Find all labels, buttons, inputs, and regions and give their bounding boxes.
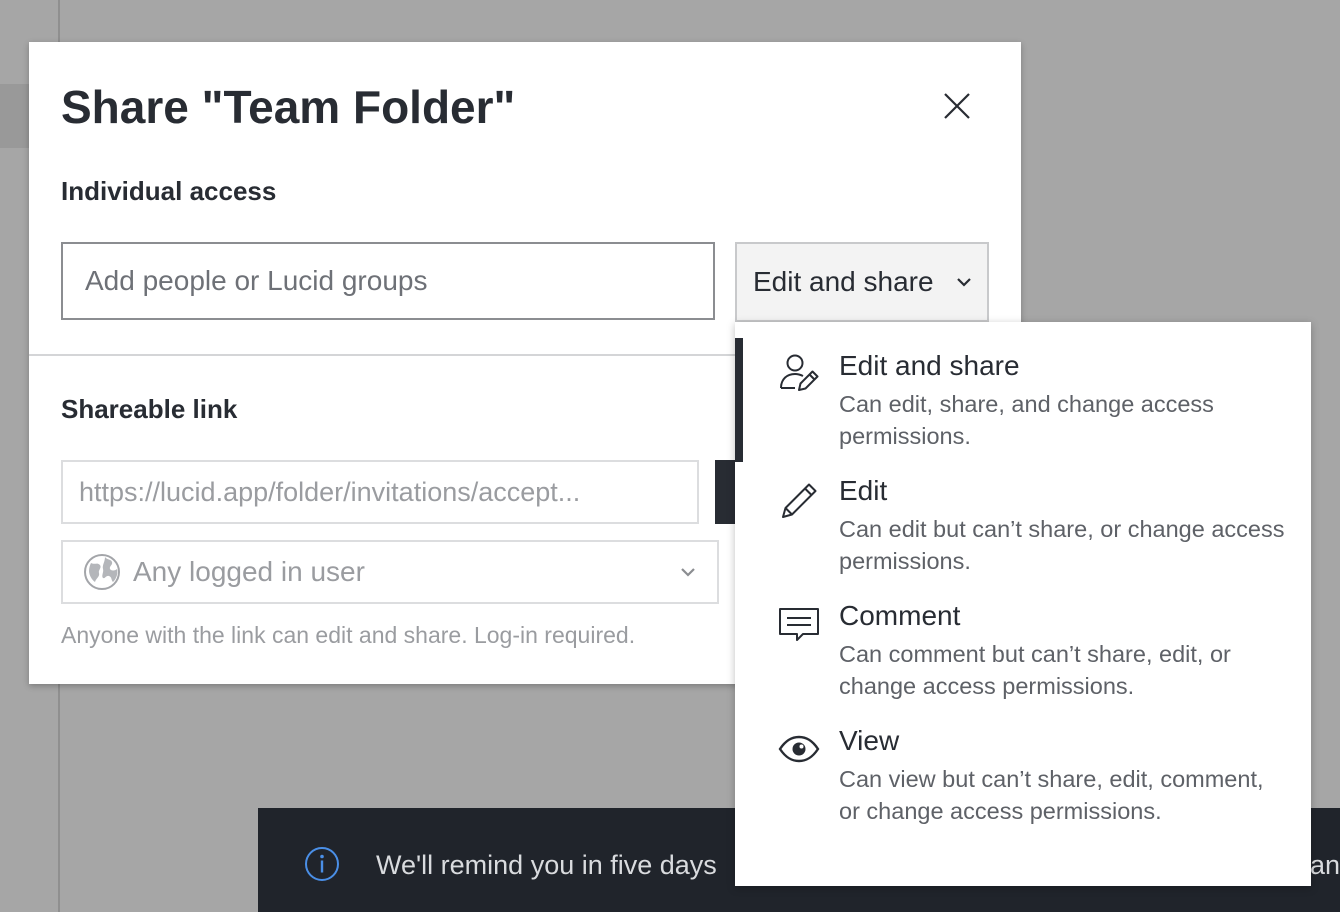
menu-item-description: Can comment but can’t share, edit, or ch… [839,641,1231,699]
shareable-link-label: Shareable link [61,394,238,424]
toast-message-tail: an [1310,850,1340,880]
link-permission-hint: Anyone with the link can edit and share.… [61,622,636,648]
menu-item-description: Can view but can’t share, edit, comment,… [839,766,1264,824]
menu-item-title: Comment [839,600,961,631]
add-people-input[interactable] [61,242,715,320]
menu-item-description: Can edit but can’t share, or change acce… [839,516,1285,574]
dialog-title: Share "Team Folder" [61,81,516,133]
shareable-link-value: https://lucid.app/folder/invitations/acc… [79,476,581,507]
menu-item-edit[interactable]: Edit Can edit but can’t share, or change… [735,447,1311,574]
role-select-value: Edit and share [753,266,934,297]
menu-item-view[interactable]: View Can view but can’t share, edit, com… [735,697,1311,824]
info-icon [305,847,339,881]
menu-item-description: Can edit, share, and change access permi… [839,391,1214,449]
eye-icon [778,735,820,763]
chevron-down-icon [681,568,695,577]
pencil-icon [782,483,817,518]
globe-icon [84,554,120,590]
shareable-link-field[interactable]: https://lucid.app/folder/invitations/acc… [61,460,699,524]
close-button[interactable] [929,82,985,130]
background-panel [0,84,30,148]
comment-icon [779,608,819,641]
role-select[interactable]: Edit and share [735,242,989,322]
role-dropdown-menu: Edit and share Can edit, share, and chan… [735,322,1311,886]
chevron-down-icon [957,278,971,287]
individual-access-label: Individual access [61,176,277,206]
link-access-value: Any logged in user [133,556,365,587]
menu-item-title: Edit and share [839,350,1020,381]
menu-item-title: View [839,725,900,756]
menu-item-edit-and-share[interactable]: Edit and share Can edit, share, and chan… [735,322,1311,462]
menu-item-title: Edit [839,475,888,506]
toast-message: We'll remind you in five days [376,850,717,880]
menu-item-comment[interactable]: Comment Can comment but can’t share, edi… [735,572,1311,699]
close-icon [944,93,970,119]
link-access-select[interactable]: Any logged in user [61,540,719,604]
user-edit-icon [780,354,819,391]
